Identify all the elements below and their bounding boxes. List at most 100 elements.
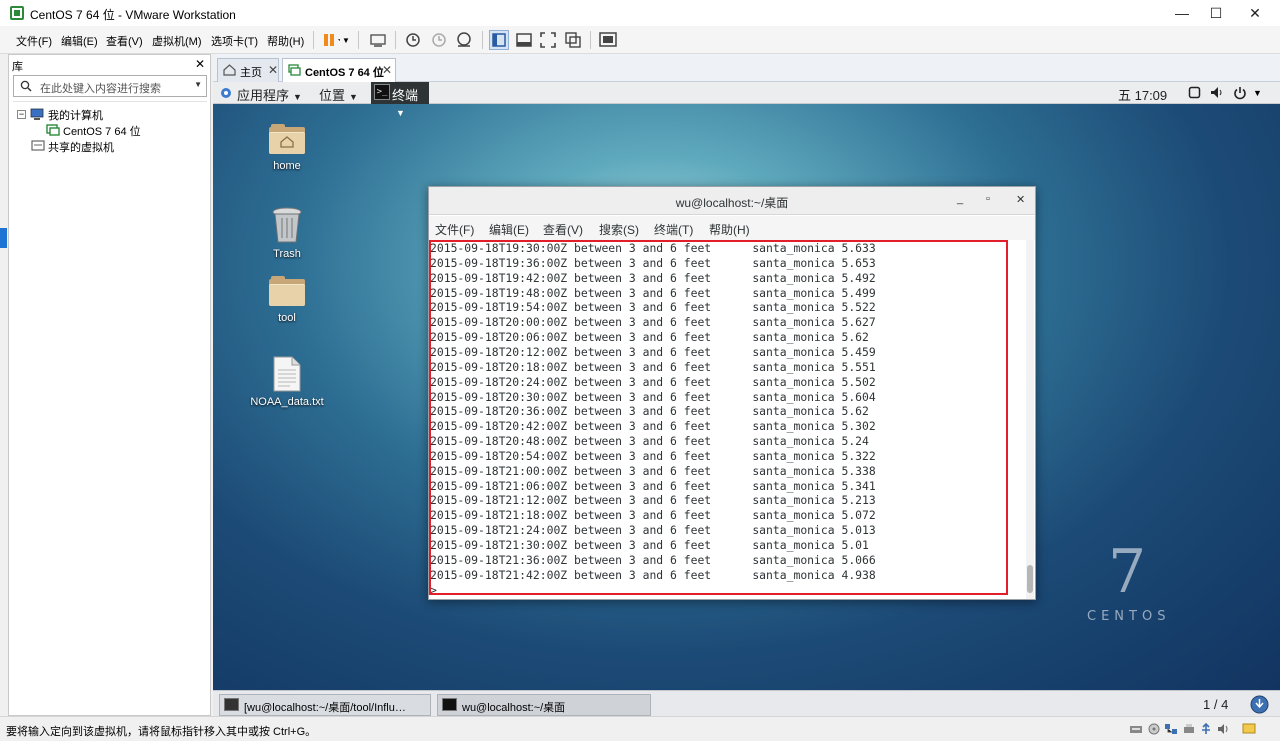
terminal-menu-edit[interactable]: 编辑(E)	[489, 221, 529, 238]
tab-label: 主页	[240, 67, 262, 79]
snapshot-icon[interactable]	[403, 30, 423, 50]
printer-icon[interactable]	[1182, 723, 1196, 735]
taskbar-item-terminal-influx[interactable]: [wu@localhost:~/桌面/tool/Influ…	[219, 694, 431, 716]
tree-item-shared-vms[interactable]: 共享的虚拟机	[48, 139, 114, 155]
terminal-menu-help[interactable]: 帮助(H)	[709, 221, 750, 238]
show-library-icon[interactable]	[489, 30, 509, 50]
library-title: 库	[12, 61, 23, 73]
tree-item-centos-vm[interactable]: CentOS 7 64 位	[63, 123, 141, 139]
terminal-scrollbar[interactable]	[1026, 240, 1034, 599]
pause-dropdown-icon[interactable]: ▼	[342, 36, 350, 45]
toolbar-separator	[482, 31, 483, 49]
home-icon	[223, 64, 236, 76]
toolbar-separator	[313, 31, 314, 49]
revert-snapshot-icon[interactable]	[429, 30, 449, 50]
highlight-rectangle	[429, 240, 1008, 595]
message-log-icon[interactable]	[1242, 723, 1256, 735]
desktop-icon-tool[interactable]: tool	[242, 276, 332, 324]
tab-close-icon[interactable]: ✕	[382, 63, 392, 77]
menu-tabs[interactable]: 选项卡(T)	[211, 33, 258, 49]
text-file-icon	[273, 356, 301, 392]
desktop-icon-label: home	[273, 160, 301, 172]
places-menu[interactable]: 位置 ▼	[319, 85, 358, 104]
terminal-output[interactable]: 2015-09-18T19:30:00Z between 3 and 6 fee…	[429, 240, 1035, 599]
terminal-app-indicator[interactable]: >_ 终端▼	[371, 82, 429, 118]
workspace-indicator[interactable]: 1 / 4	[1203, 697, 1228, 712]
terminal-icon: >_	[374, 84, 390, 100]
maximize-button[interactable]: ☐	[1199, 0, 1233, 26]
menu-edit[interactable]: 编辑(E)	[61, 33, 98, 49]
gnome-top-bar: 应用程序 ▼ 位置 ▼ >_ 终端▼ 五 17:09 ▼	[213, 82, 1280, 118]
unity-icon[interactable]	[563, 30, 583, 50]
window-titlebar: CentOS 7 64 位 - VMware Workstation — ☐ ✕	[0, 0, 1280, 26]
screen-icon[interactable]	[1188, 86, 1201, 99]
terminal-menu-terminal[interactable]: 终端(T)	[654, 221, 693, 238]
terminal-close-button[interactable]: ✕	[1016, 193, 1025, 206]
applications-menu[interactable]: 应用程序 ▼	[237, 85, 302, 104]
menu-file[interactable]: 文件(F)	[16, 33, 52, 49]
toolbar-separator	[358, 31, 359, 49]
library-close-icon[interactable]: ✕	[195, 57, 205, 71]
sound-card-icon[interactable]	[1217, 723, 1231, 735]
minimize-button[interactable]: —	[1165, 0, 1199, 26]
power-icon[interactable]	[1233, 86, 1247, 100]
status-message: 要将输入定向到该虚拟机，请将鼠标指针移入其中或按 Ctrl+G。	[6, 726, 317, 738]
network-icon[interactable]	[1164, 723, 1178, 735]
vm-icon	[46, 124, 60, 136]
search-placeholder: 在此处键入内容进行搜索	[40, 83, 161, 95]
desktop-icon-home[interactable]: home	[242, 124, 332, 172]
terminal-icon	[224, 698, 239, 711]
places-label: 位置	[319, 88, 346, 103]
tab-centos-vm[interactable]: CentOS 7 64 位 ✕	[282, 58, 396, 82]
menu-help[interactable]: 帮助(H)	[267, 33, 304, 49]
library-tree: − 我的计算机 CentOS 7 64 位 共享的虚拟机	[13, 101, 207, 711]
snapshot-manager-icon[interactable]	[454, 30, 474, 50]
terminal-minimize-button[interactable]: _	[957, 193, 963, 205]
terminal-menu-search[interactable]: 搜索(S)	[599, 221, 639, 238]
console-view-icon[interactable]	[598, 30, 618, 50]
thumbnail-bar-icon[interactable]	[514, 30, 534, 50]
terminal-titlebar[interactable]: wu@localhost:~/桌面 _ ▫ ✕	[429, 187, 1035, 215]
notification-icon[interactable]	[1250, 695, 1269, 714]
clock[interactable]: 五 17:09	[1118, 85, 1167, 104]
applications-icon	[221, 88, 231, 98]
chevron-down-icon[interactable]: ▼	[194, 80, 202, 89]
desktop-icon-label: Trash	[273, 248, 301, 260]
volume-icon[interactable]	[1210, 86, 1224, 99]
vm-icon	[288, 64, 301, 76]
tab-close-icon[interactable]: ✕	[268, 63, 278, 77]
send-ctrl-alt-del-icon[interactable]	[368, 30, 388, 50]
terminal-icon	[442, 698, 457, 711]
menu-view[interactable]: 查看(V)	[106, 33, 143, 49]
toolbar-separator	[590, 31, 591, 49]
taskbar-item-terminal-desktop[interactable]: wu@localhost:~/桌面	[437, 694, 651, 716]
full-screen-icon[interactable]	[538, 30, 558, 50]
terminal-window[interactable]: wu@localhost:~/桌面 _ ▫ ✕ 文件(F) 编辑(E) 查看(V…	[428, 186, 1036, 600]
terminal-scrollbar-thumb[interactable]	[1027, 565, 1033, 593]
terminal-menubar: 文件(F) 编辑(E) 查看(V) 搜索(S) 终端(T) 帮助(H)	[429, 216, 1035, 240]
chevron-down-icon[interactable]: ▼	[1253, 88, 1262, 98]
guest-screen[interactable]: 应用程序 ▼ 位置 ▼ >_ 终端▼ 五 17:09 ▼ home Trash …	[213, 82, 1280, 690]
folder-icon	[269, 124, 305, 154]
desktop-icon-noaa-data[interactable]: NOAA_data.txt	[242, 356, 332, 408]
close-button[interactable]: ✕	[1238, 0, 1272, 26]
terminal-menu-file[interactable]: 文件(F)	[435, 221, 474, 238]
tree-item-my-computer[interactable]: 我的计算机	[48, 107, 103, 123]
hard-disk-icon[interactable]	[1129, 723, 1143, 735]
search-icon	[20, 80, 32, 92]
usb-icon[interactable]	[1199, 723, 1213, 735]
pause-icon[interactable]	[320, 30, 341, 50]
trash-icon	[272, 207, 302, 243]
tab-home[interactable]: 主页 ✕	[217, 58, 279, 82]
cd-drive-icon[interactable]	[1147, 723, 1161, 735]
terminal-maximize-button[interactable]: ▫	[986, 193, 990, 205]
terminal-menu-view[interactable]: 查看(V)	[543, 221, 583, 238]
menu-vm[interactable]: 虚拟机(M)	[152, 33, 202, 49]
menubar: 文件(F) 编辑(E) 查看(V) 虚拟机(M) 选项卡(T) 帮助(H) ▼	[0, 26, 1280, 54]
taskbar-item-label: [wu@localhost:~/桌面/tool/Influ…	[244, 702, 406, 714]
library-search-input[interactable]: 在此处键入内容进行搜索 ▼	[13, 75, 207, 97]
collapse-toggle-icon[interactable]: −	[17, 110, 26, 119]
computer-icon	[30, 108, 44, 120]
desktop-icon-trash[interactable]: Trash	[242, 206, 332, 260]
vm-area: 主页 ✕ CentOS 7 64 位 ✕ 应用程序 ▼ 位置 ▼ >_ 终端▼ 五 …	[213, 54, 1280, 718]
